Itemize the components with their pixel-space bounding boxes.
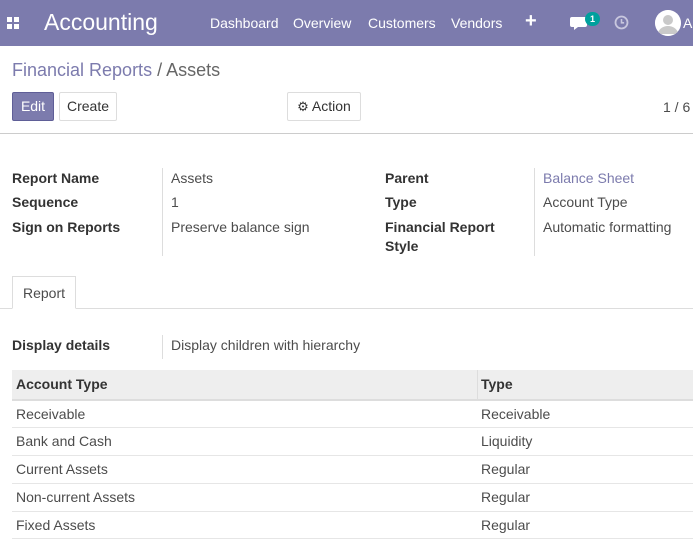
column-header-account-type[interactable]: Account Type bbox=[16, 376, 108, 392]
parent-label: Parent bbox=[385, 170, 429, 186]
row-type[interactable]: Receivable bbox=[481, 406, 550, 422]
field-separator bbox=[162, 335, 163, 359]
column-header-type[interactable]: Type bbox=[481, 376, 513, 392]
style-value: Automatic formatting bbox=[543, 219, 672, 235]
row-divider bbox=[12, 511, 693, 512]
breadcrumb: Financial Reports / Assets bbox=[12, 60, 220, 81]
sequence-label: Sequence bbox=[12, 194, 79, 210]
tab-bar-line bbox=[0, 308, 693, 309]
breadcrumb-current: Assets bbox=[166, 60, 221, 80]
create-button[interactable]: Create bbox=[59, 92, 117, 121]
report-name-value: Assets bbox=[171, 170, 214, 186]
clock-icon[interactable] bbox=[614, 15, 629, 30]
breadcrumb-parent[interactable]: Financial Reports bbox=[12, 60, 152, 80]
action-label: Action bbox=[311, 98, 351, 114]
report-name-label: Report Name bbox=[12, 170, 100, 186]
menu-vendors[interactable]: Vendors bbox=[451, 15, 502, 31]
sequence-value: 1 bbox=[171, 194, 179, 210]
row-type[interactable]: Liquidity bbox=[481, 433, 532, 449]
field-separator bbox=[534, 168, 535, 256]
edit-button[interactable]: Edit bbox=[12, 92, 54, 121]
tab-report[interactable]: Report bbox=[12, 276, 76, 309]
row-account-type[interactable]: Bank and Cash bbox=[16, 433, 112, 449]
row-divider bbox=[12, 427, 693, 428]
row-type[interactable]: Regular bbox=[481, 489, 530, 505]
menu-customers[interactable]: Customers bbox=[368, 15, 436, 31]
type-value: Account Type bbox=[543, 194, 628, 210]
row-type[interactable]: Regular bbox=[481, 461, 530, 477]
notification-badge: 1 bbox=[585, 12, 600, 26]
pager-value[interactable]: 1 / 6 bbox=[663, 99, 690, 115]
style-label-line1: Financial Report bbox=[385, 219, 495, 235]
type-label: Type bbox=[385, 194, 417, 210]
row-divider bbox=[12, 538, 693, 539]
divider bbox=[0, 133, 693, 134]
apps-menu-icon[interactable] bbox=[7, 17, 19, 29]
sign-value: Preserve balance sign bbox=[171, 219, 310, 235]
row-divider bbox=[12, 483, 693, 484]
row-type[interactable]: Regular bbox=[481, 517, 530, 533]
row-divider bbox=[12, 455, 693, 456]
sign-label: Sign on Reports bbox=[12, 219, 121, 235]
gear-icon: ⚙ bbox=[297, 99, 309, 114]
app-title[interactable]: Accounting bbox=[44, 9, 158, 36]
top-navbar: Accounting Dashboard Overview Customers … bbox=[0, 0, 693, 46]
breadcrumb-separator: / bbox=[157, 60, 163, 80]
plus-icon[interactable]: + bbox=[525, 10, 537, 33]
row-account-type[interactable]: Fixed Assets bbox=[16, 517, 95, 533]
style-label-line2: Style bbox=[385, 238, 419, 254]
field-separator bbox=[162, 168, 163, 256]
user-avatar[interactable] bbox=[655, 10, 681, 36]
row-account-type[interactable]: Non-current Assets bbox=[16, 489, 135, 505]
menu-dashboard[interactable]: Dashboard bbox=[210, 15, 279, 31]
parent-link[interactable]: Balance Sheet bbox=[543, 170, 634, 186]
user-name[interactable]: A bbox=[683, 15, 692, 31]
action-button[interactable]: ⚙ Action bbox=[287, 92, 361, 121]
menu-overview[interactable]: Overview bbox=[293, 15, 351, 31]
row-account-type[interactable]: Current Assets bbox=[16, 461, 108, 477]
row-account-type[interactable]: Receivable bbox=[16, 406, 85, 422]
header-divider bbox=[12, 399, 693, 401]
display-details-label: Display details bbox=[12, 337, 111, 353]
display-details-value: Display children with hierarchy bbox=[171, 337, 361, 353]
